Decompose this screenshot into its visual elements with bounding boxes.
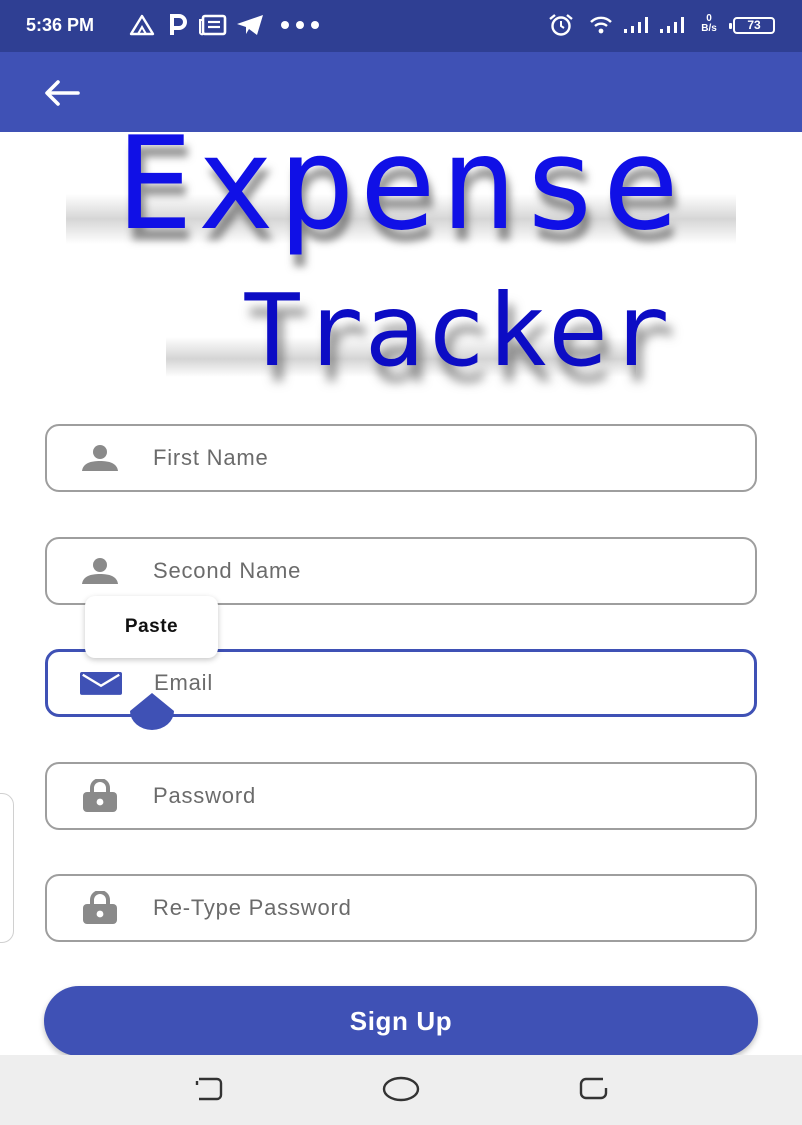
retype-password-field[interactable]: Re-Type Password: [45, 874, 757, 942]
back-icon[interactable]: [572, 1071, 616, 1107]
news-icon: [198, 12, 228, 38]
alarm-icon: [546, 12, 576, 38]
first-name-placeholder: First Name: [153, 445, 269, 470]
second-name-field[interactable]: Second Name: [45, 537, 757, 605]
system-nav-bar: [0, 1055, 802, 1125]
more-dots-icon: [278, 12, 324, 38]
network-speed: 0 B/s: [696, 14, 722, 34]
network-speed-unit: B/s: [701, 23, 717, 34]
paste-menu-item[interactable]: Paste: [85, 596, 218, 658]
battery-icon: 73: [729, 17, 775, 34]
status-bar: 5:36 PM 0 B/s 73: [0, 0, 802, 52]
signal-icon: [658, 12, 688, 38]
person-icon: [79, 554, 121, 588]
home-icon[interactable]: [379, 1071, 423, 1107]
second-name-placeholder: Second Name: [153, 558, 302, 583]
sign-up-button[interactable]: Sign Up: [44, 986, 758, 1056]
text-cursor-handle[interactable]: [128, 693, 176, 731]
signup-screen: 5:36 PM 0 B/s 73 Expense Tracker First N…: [0, 0, 802, 1125]
logo-text-expense: Expense: [116, 110, 684, 259]
app-logo: Expense Tracker: [66, 110, 736, 392]
password-field[interactable]: Password: [45, 762, 757, 830]
person-icon: [79, 441, 121, 475]
lock-icon: [79, 779, 121, 813]
envelope-icon: [80, 666, 122, 700]
retype-password-placeholder: Re-Type Password: [153, 895, 352, 920]
edge-panel-handle[interactable]: [0, 793, 14, 943]
password-placeholder: Password: [153, 783, 256, 808]
status-time: 5:36 PM: [26, 15, 95, 35]
first-name-field[interactable]: First Name: [45, 424, 757, 492]
wifi-icon: [588, 12, 614, 38]
parking-icon: [166, 12, 190, 38]
lock-icon: [79, 891, 121, 925]
telegram-icon: [234, 12, 266, 38]
recents-icon[interactable]: [186, 1071, 230, 1107]
signal-icon: [622, 12, 652, 38]
alert-triangle-icon: [128, 12, 156, 38]
logo-text-tracker: Tracker: [242, 272, 671, 389]
arrow-left-icon[interactable]: [36, 74, 88, 112]
